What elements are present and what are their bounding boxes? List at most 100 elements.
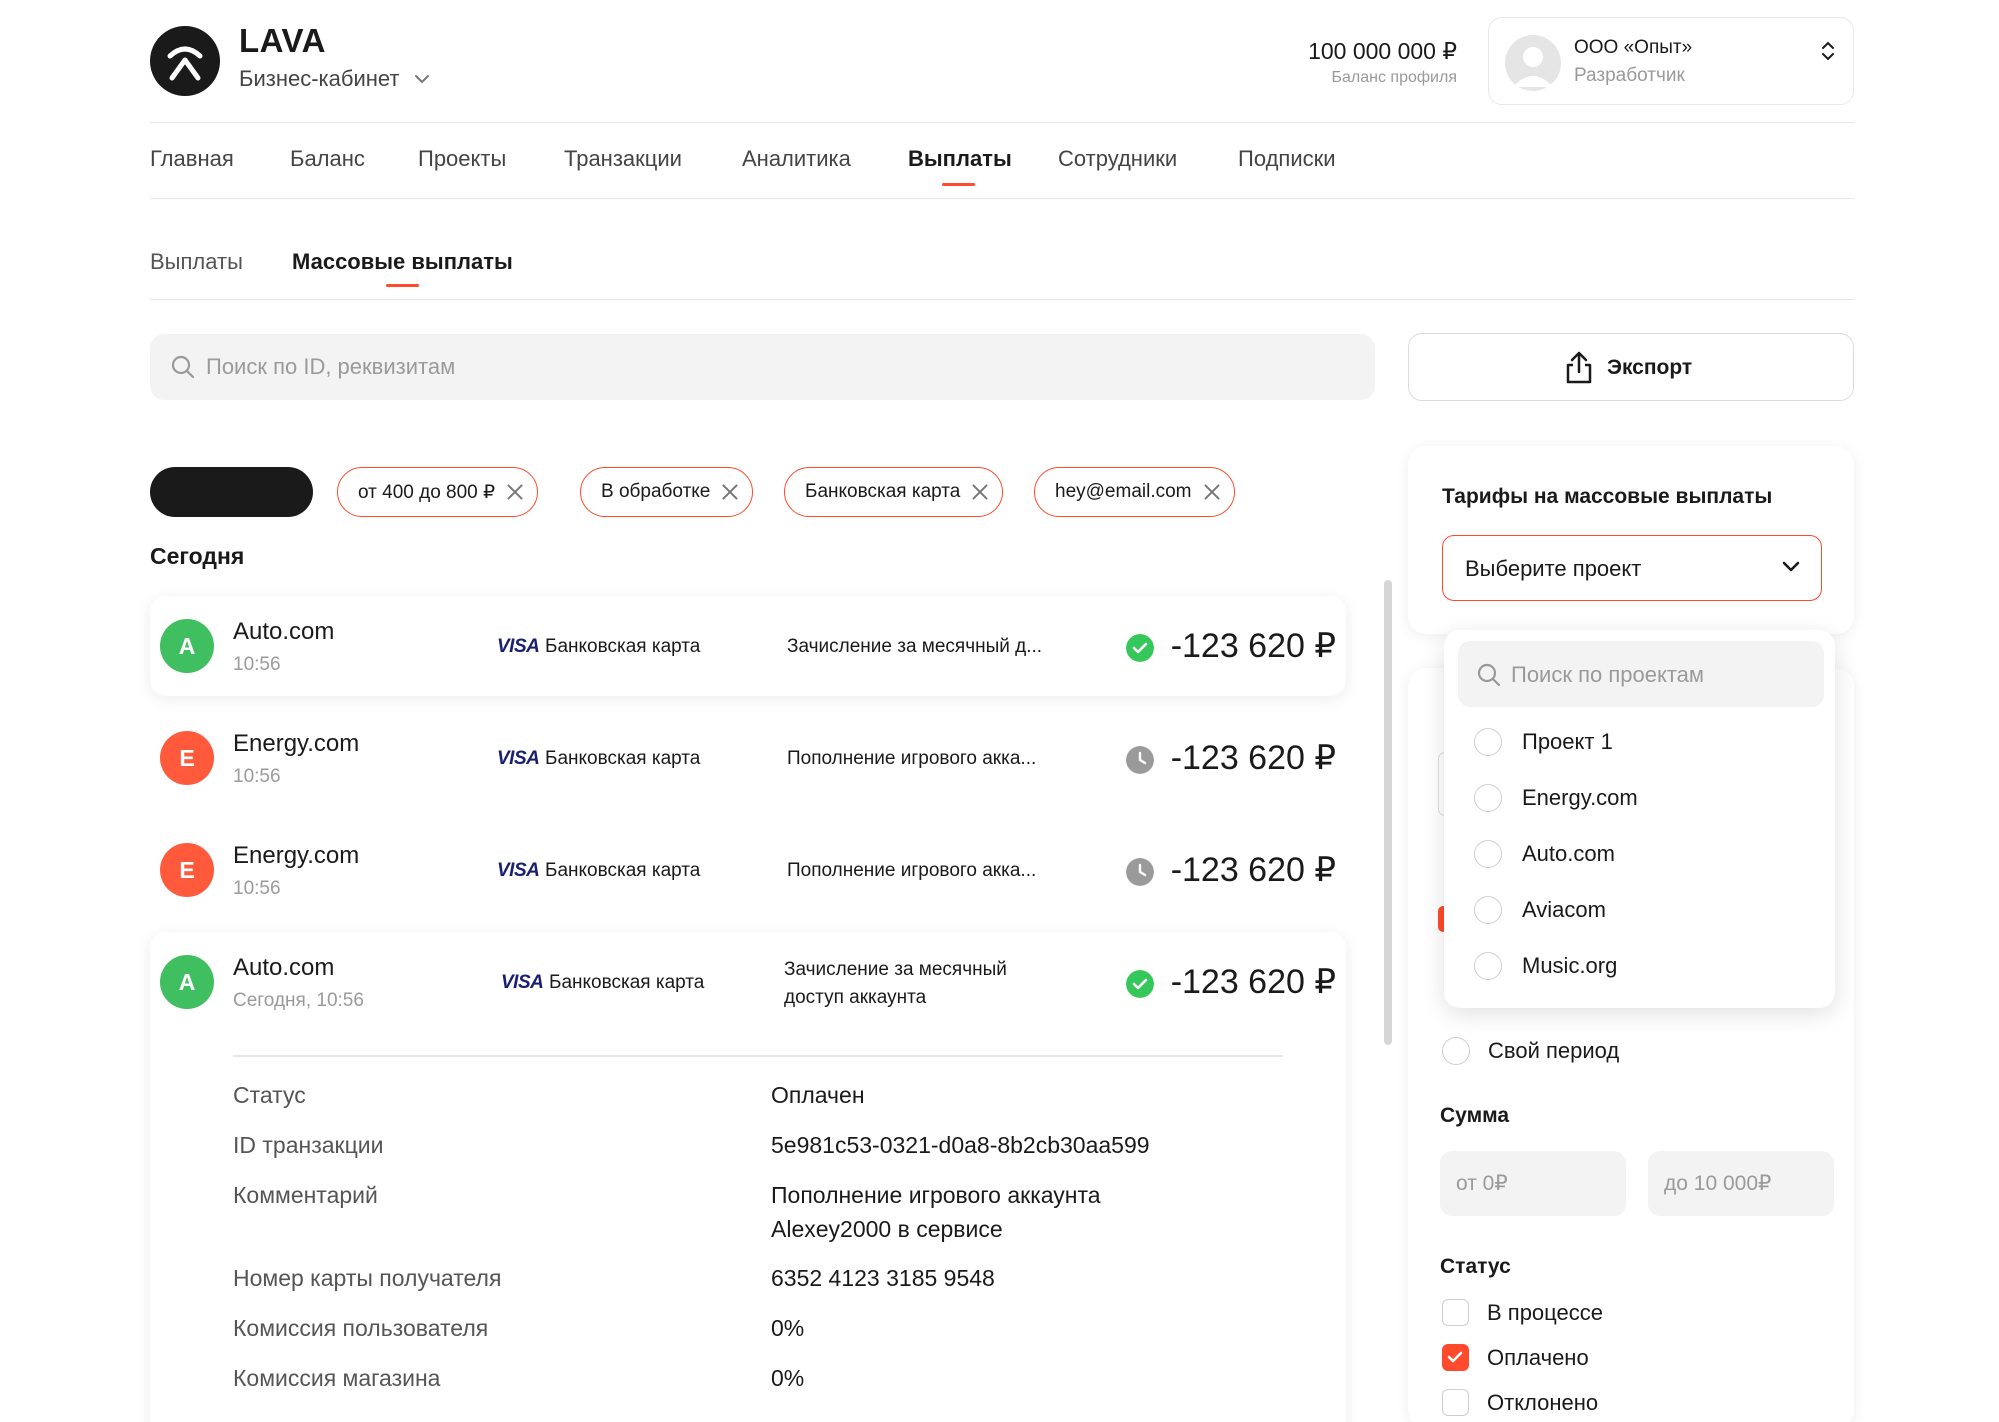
detail-label: ID транзакции bbox=[233, 1132, 384, 1158]
payment-method: Банковская карта bbox=[545, 748, 701, 769]
detail-label: Номер карты получателя bbox=[233, 1265, 502, 1291]
period-option-custom[interactable]: Свой период bbox=[1442, 1037, 1619, 1065]
project-select-label: Выберите проект bbox=[1465, 556, 1642, 581]
close-icon[interactable] bbox=[722, 484, 738, 500]
visa-icon: VISA bbox=[497, 748, 540, 769]
sum-to-input[interactable]: до 10 000₽ bbox=[1648, 1151, 1834, 1216]
sum-from-input[interactable]: от 0₽ bbox=[1440, 1151, 1626, 1216]
search-input[interactable]: Поиск по ID, реквизитам bbox=[150, 334, 1375, 400]
radio-button[interactable] bbox=[1474, 896, 1502, 924]
filter-chip-email[interactable]: hey@email.com bbox=[1034, 467, 1235, 517]
status-option-label: Оплачено bbox=[1487, 1344, 1589, 1370]
detail-value: Оплачен bbox=[771, 1082, 865, 1108]
transaction-merchant: Auto.com bbox=[233, 954, 335, 981]
table-row[interactable]: E Energy.com 10:56 VISA Банковская карта… bbox=[150, 708, 1346, 808]
project-search-placeholder: Поиск по проектам bbox=[1511, 662, 1705, 687]
transaction-amount: -123 620 ₽ bbox=[1170, 851, 1336, 889]
avatar: E bbox=[160, 843, 214, 897]
business-cabinet-switcher[interactable]: Бизнес-кабинет bbox=[239, 66, 430, 92]
clock-icon bbox=[1126, 858, 1154, 886]
table-row[interactable]: E Energy.com 10:56 VISA Банковская карта… bbox=[150, 820, 1346, 920]
period-option-label: Свой период bbox=[1488, 1038, 1620, 1063]
table-row-expanded[interactable]: A Auto.com Сегодня, 10:56 VISA Банковска… bbox=[150, 932, 1346, 1032]
avatar: A bbox=[160, 619, 214, 673]
project-select[interactable]: Выберите проект bbox=[1442, 535, 1822, 601]
nav-item-employees[interactable]: Сотрудники bbox=[1058, 146, 1177, 172]
filter-chip-status[interactable]: В обработке bbox=[580, 467, 754, 517]
clock-icon bbox=[1126, 746, 1154, 774]
payment-method: Банковская карта bbox=[545, 860, 701, 881]
sum-from-placeholder: от 0₽ bbox=[1456, 1172, 1508, 1195]
check-circle-icon bbox=[1126, 970, 1154, 998]
visa-icon: VISA bbox=[501, 972, 544, 993]
search-icon bbox=[171, 355, 195, 379]
checkbox[interactable] bbox=[1442, 1389, 1469, 1416]
chip-label: Банковская карта bbox=[805, 481, 961, 502]
project-option[interactable]: Music.org bbox=[1474, 952, 1617, 980]
avatar: A bbox=[160, 955, 214, 1009]
transaction-time: 10:56 bbox=[233, 766, 281, 787]
project-option[interactable]: Energy.com bbox=[1474, 784, 1638, 812]
detail-label: Статус bbox=[233, 1082, 306, 1108]
nav-item-transactions[interactable]: Транзакции bbox=[564, 146, 682, 172]
table-row[interactable]: A Auto.com 10:56 VISA Банковская карта З… bbox=[150, 596, 1346, 696]
export-label: Экспорт bbox=[1607, 356, 1693, 379]
account-name: ООО «Опыт» bbox=[1574, 37, 1693, 58]
lava-logo[interactable] bbox=[150, 26, 220, 96]
nav-item-home[interactable]: Главная bbox=[150, 146, 234, 172]
checkbox[interactable] bbox=[1442, 1299, 1469, 1326]
subnav-divider bbox=[150, 299, 1854, 300]
radio-button[interactable] bbox=[1474, 728, 1502, 756]
nav-item-balance[interactable]: Баланс bbox=[290, 146, 365, 172]
project-option[interactable]: Проект 1 bbox=[1474, 728, 1613, 756]
scrollbar[interactable] bbox=[1384, 580, 1392, 1045]
filter-chip-active[interactable] bbox=[150, 467, 313, 517]
transaction-amount: -123 620 ₽ bbox=[1170, 627, 1336, 665]
status-option-in-process[interactable]: В процессе bbox=[1442, 1299, 1603, 1326]
radio-button[interactable] bbox=[1474, 952, 1502, 980]
account-switcher[interactable]: ООО «Опыт» Разработчик bbox=[1488, 17, 1854, 105]
project-dropdown: Поиск по проектам Проект 1 Energy.com Au… bbox=[1444, 630, 1835, 1008]
filter-chip-amount[interactable]: от 400 до 800 ₽ bbox=[337, 467, 539, 517]
details-divider bbox=[233, 1055, 1283, 1057]
transaction-merchant: Auto.com bbox=[233, 618, 335, 645]
description-line: Зачисление за месячный bbox=[784, 959, 1007, 980]
status-option-paid[interactable]: Оплачено bbox=[1442, 1344, 1589, 1371]
status-option-label: Отклонено bbox=[1487, 1389, 1599, 1415]
detail-value: 0% bbox=[771, 1315, 805, 1341]
project-option[interactable]: Auto.com bbox=[1474, 840, 1615, 868]
tariffs-title: Тарифы на массовые выплаты bbox=[1442, 485, 1773, 508]
nav-item-subscriptions[interactable]: Подписки bbox=[1238, 146, 1336, 172]
project-option-label: Auto.com bbox=[1522, 841, 1615, 866]
export-button[interactable]: Экспорт bbox=[1408, 333, 1854, 401]
project-option[interactable]: Aviacom bbox=[1474, 896, 1606, 924]
detail-value: Пополнение игрового аккаунта Alexey2000 … bbox=[771, 1178, 1101, 1246]
close-icon[interactable] bbox=[507, 484, 523, 500]
nav-item-projects[interactable]: Проекты bbox=[418, 146, 506, 172]
transaction-amount: -123 620 ₽ bbox=[1170, 739, 1336, 777]
tab-payouts[interactable]: Выплаты bbox=[150, 249, 243, 275]
nav-item-analytics[interactable]: Аналитика bbox=[742, 146, 851, 172]
close-icon[interactable] bbox=[972, 484, 988, 500]
radio-button[interactable] bbox=[1474, 784, 1502, 812]
payment-method: Банковская карта bbox=[549, 972, 705, 993]
detail-value: 6352 4123 3185 9548 bbox=[771, 1265, 995, 1291]
chevron-up-down-icon bbox=[1822, 41, 1834, 61]
checkbox-checked[interactable] bbox=[1442, 1344, 1469, 1371]
chip-label: hey@email.com bbox=[1055, 481, 1192, 502]
nav-divider bbox=[150, 198, 1854, 199]
tab-mass-payouts[interactable]: Массовые выплаты bbox=[292, 249, 513, 275]
transaction-description: Пополнение игрового акка... bbox=[787, 748, 1037, 769]
radio-button[interactable] bbox=[1442, 1037, 1470, 1065]
radio-button[interactable] bbox=[1474, 840, 1502, 868]
close-icon[interactable] bbox=[1204, 484, 1220, 500]
project-search-input[interactable]: Поиск по проектам bbox=[1458, 641, 1824, 707]
avatar: E bbox=[160, 731, 214, 785]
user-avatar-icon bbox=[1513, 47, 1553, 87]
filter-chip-method[interactable]: Банковская карта bbox=[784, 467, 1004, 517]
nav-item-payouts[interactable]: Выплаты bbox=[908, 146, 1012, 172]
project-option-label: Energy.com bbox=[1522, 785, 1638, 810]
status-option-rejected[interactable]: Отклонено bbox=[1442, 1389, 1598, 1416]
detail-value[interactable]: 5e981c53-0321-d0a8-8b2cb30aa599 bbox=[771, 1128, 1150, 1162]
detail-value: 0% bbox=[771, 1365, 805, 1391]
